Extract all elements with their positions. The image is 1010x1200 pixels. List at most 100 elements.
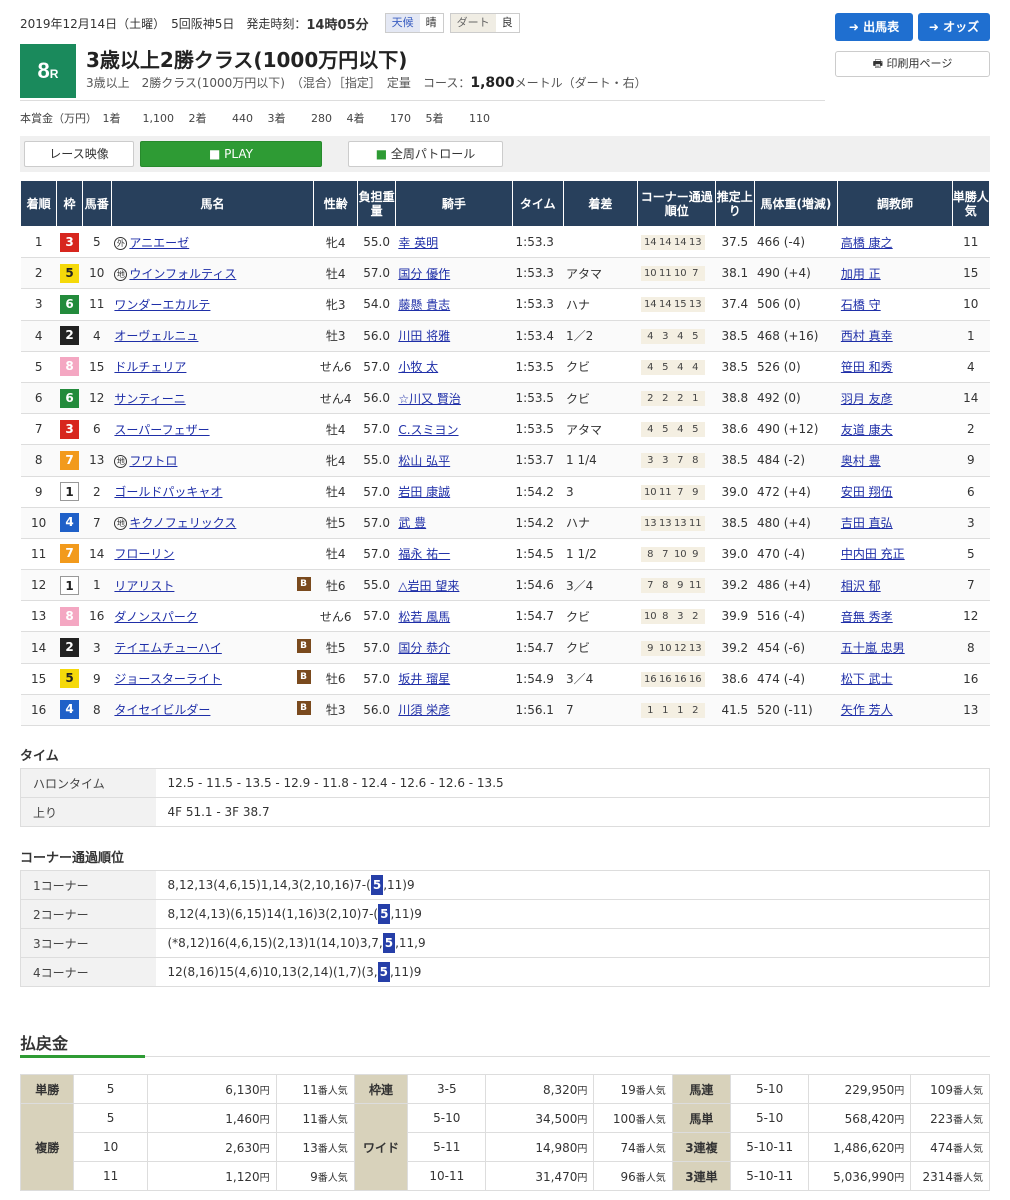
jockey-link[interactable]: C.スミヨン <box>398 423 458 437</box>
corner-row: 2コーナー 8,12(4,13)(6,15)14(1,16)3(2,10)7-(5… <box>20 899 990 929</box>
waku-badge: 8 <box>56 351 83 383</box>
jockey-link[interactable]: 幸 英明 <box>398 236 438 250</box>
patrol-button[interactable]: ■ 全周パトロール <box>348 141 503 167</box>
trainer: 石橋 守 <box>837 288 953 321</box>
jockey-link[interactable]: ☆川又 賢治 <box>398 392 461 406</box>
waku-badge: 2 <box>56 631 83 664</box>
play-button[interactable]: ■ PLAY <box>140 141 322 167</box>
trainer-link[interactable]: 友道 康夫 <box>841 423 893 437</box>
horse-name-link[interactable]: フワトロ <box>129 454 177 468</box>
trainer: 音無 秀孝 <box>837 600 953 633</box>
horse-name-link[interactable]: ウインフォルティス <box>129 267 236 281</box>
last-3f: 37.5 <box>715 226 754 259</box>
trainer-link[interactable]: 中内田 充正 <box>841 547 905 561</box>
horse-name: タイセイビルダー B <box>111 694 314 727</box>
jockey-link[interactable]: 武 豊 <box>398 516 426 530</box>
sex-age: せん6 <box>313 600 358 633</box>
horse-number: 3 <box>82 631 112 664</box>
table-row: 8 7 13 地フワトロ 牝4 55.0 松山 弘平 1:53.7 1 1/4 3 3 7 8 38.5 4… <box>20 444 990 477</box>
col-header-agari: 推定上り <box>715 180 755 227</box>
furlong-label: ハロンタイム <box>20 768 156 798</box>
margin: アタマ <box>563 257 638 290</box>
jockey-link[interactable]: 国分 優作 <box>398 267 450 281</box>
trainer-link[interactable]: 音無 秀孝 <box>841 610 893 624</box>
table-row: 11 7 14 フローリン 牡4 57.0 福永 祐一 1:54.5 1 1/2 8 7 10 9 39.… <box>20 538 990 571</box>
win-popularity: 5 <box>952 538 990 571</box>
trainer-link[interactable]: 羽月 友彦 <box>841 392 893 406</box>
printer-icon: 🖶 <box>872 57 884 70</box>
col-header-pop: 単勝人気 <box>951 180 991 227</box>
blinker-icon: B <box>296 701 311 716</box>
table-row: 1 3 5 外アニエーゼ 牝4 55.0 幸 英明 1:53.3 14 14 14 13 37.5 466… <box>20 226 990 259</box>
trainer-link[interactable]: 笹田 和秀 <box>841 360 893 374</box>
horse-number: 1 <box>82 569 112 602</box>
jockey-link[interactable]: 福永 祐一 <box>398 547 450 561</box>
horse-name-link[interactable]: タイセイビルダー <box>114 703 210 717</box>
margin: クビ <box>563 351 638 383</box>
horse-name-link[interactable]: リアリスト <box>114 579 174 593</box>
horse-name-link[interactable]: ドルチェリア <box>114 360 186 374</box>
trainer-link[interactable]: 相沢 郁 <box>841 579 881 593</box>
horse-name-link[interactable]: ゴールドパッキャオ <box>114 485 222 499</box>
jockey-link[interactable]: 国分 恭介 <box>398 641 450 655</box>
jockey: 国分 優作 <box>395 257 513 290</box>
margin: ハナ <box>563 288 638 321</box>
odds-button[interactable]: ➜ オッズ <box>918 13 990 41</box>
horse-name-link[interactable]: サンティーニ <box>114 392 185 406</box>
corner-order: 14 14 15 13 <box>637 288 716 321</box>
jockey-link[interactable]: 坂井 瑠星 <box>398 672 450 686</box>
jockey-link[interactable]: 川田 将雅 <box>398 329 450 343</box>
horse-name-link[interactable]: テイエムチューハイ <box>114 641 221 655</box>
trainer-link[interactable]: 高橋 康之 <box>841 236 893 250</box>
finish-time: 1:54.7 <box>512 631 564 664</box>
jockey-link[interactable]: 川須 栄彦 <box>398 703 450 717</box>
jockey: 福永 祐一 <box>395 538 513 571</box>
table-row: 9 1 2 ゴールドパッキャオ 牡4 57.0 岩田 康誠 1:54.2 3 10 11 7 9 39.0… <box>20 476 990 508</box>
last-3f: 38.5 <box>715 444 754 477</box>
horse-name-link[interactable]: キクノフェリックス <box>129 516 236 530</box>
corner-order: 4544 <box>637 351 716 383</box>
trainer-link[interactable]: 吉田 直弘 <box>841 516 893 530</box>
horse-name-link[interactable]: ジョースターライト <box>114 672 221 686</box>
corner-positions: 3378 <box>640 453 705 469</box>
trainer-link[interactable]: 安田 翔伍 <box>841 485 893 499</box>
trainer-link[interactable]: 石橋 守 <box>841 298 881 312</box>
jockey-link[interactable]: 小牧 太 <box>398 360 438 374</box>
jockey-link[interactable]: 藤懸 貴志 <box>398 298 450 312</box>
horse-name-link[interactable]: フローリン <box>114 547 174 561</box>
horse-name-link[interactable]: ダノンスパーク <box>114 610 197 624</box>
trainer-link[interactable]: 加用 正 <box>841 267 881 281</box>
horse-name-link[interactable]: オーヴェルニュ <box>114 329 198 343</box>
trainer-link[interactable]: 西村 真幸 <box>841 329 893 343</box>
tansho-yen: 6,130円 <box>146 1074 277 1104</box>
sex-age: 牡3 <box>313 694 358 727</box>
horse-name-link[interactable]: アニエーゼ <box>129 236 189 250</box>
jockey-link[interactable]: △岩田 望来 <box>398 579 459 593</box>
print-page-button[interactable]: 🖶 印刷用ページ <box>835 51 990 77</box>
jockey-link[interactable]: 岩田 康誠 <box>398 485 450 499</box>
payout-table: 単勝 5 6,130円 11番人気 枠連 3-5 8,320円 19番人気 馬連… <box>19 1074 990 1191</box>
body-weight: 486 (+4) <box>754 569 838 602</box>
horse-name-link[interactable]: ワンダーエカルテ <box>114 298 210 312</box>
trainer-link[interactable]: 奥村 豊 <box>841 454 881 468</box>
sex-age: 牝3 <box>313 288 358 321</box>
blinker-icon: B <box>296 670 311 685</box>
umaren-pop: 109番人気 <box>910 1074 990 1104</box>
trainer-link[interactable]: 五十嵐 忠男 <box>841 641 905 655</box>
jockey-link[interactable]: 松山 弘平 <box>398 454 450 468</box>
weight-carried: 55.0 <box>357 569 396 602</box>
trainer-link[interactable]: 松下 武士 <box>841 672 893 686</box>
body-weight: 506 (0) <box>754 288 838 321</box>
fukusho-num: 5 <box>73 1103 148 1133</box>
body-weight: 484 (-2) <box>754 444 838 477</box>
horse-number: 6 <box>82 413 112 446</box>
race-video-tab[interactable]: レース映像 <box>24 141 134 167</box>
horse-name-link[interactable]: スーパーフェザー <box>114 423 209 437</box>
race-card-button[interactable]: ➜ 出馬表 <box>835 13 913 41</box>
trainer-link[interactable]: 矢作 芳人 <box>841 703 893 717</box>
body-weight: 454 (-6) <box>754 631 838 664</box>
table-row: 10 4 7 地キクノフェリックス 牡5 57.0 武 豊 1:54.2 ハナ 13 13 13 11 3… <box>20 507 990 539</box>
jockey-link[interactable]: 松若 風馬 <box>398 610 450 624</box>
table-row: 4 2 4 オーヴェルニュ 牡3 56.0 川田 将雅 1:53.4 1／2 4 3 4 5 38.5 46… <box>20 320 990 352</box>
finish-position: 13 <box>20 600 57 633</box>
